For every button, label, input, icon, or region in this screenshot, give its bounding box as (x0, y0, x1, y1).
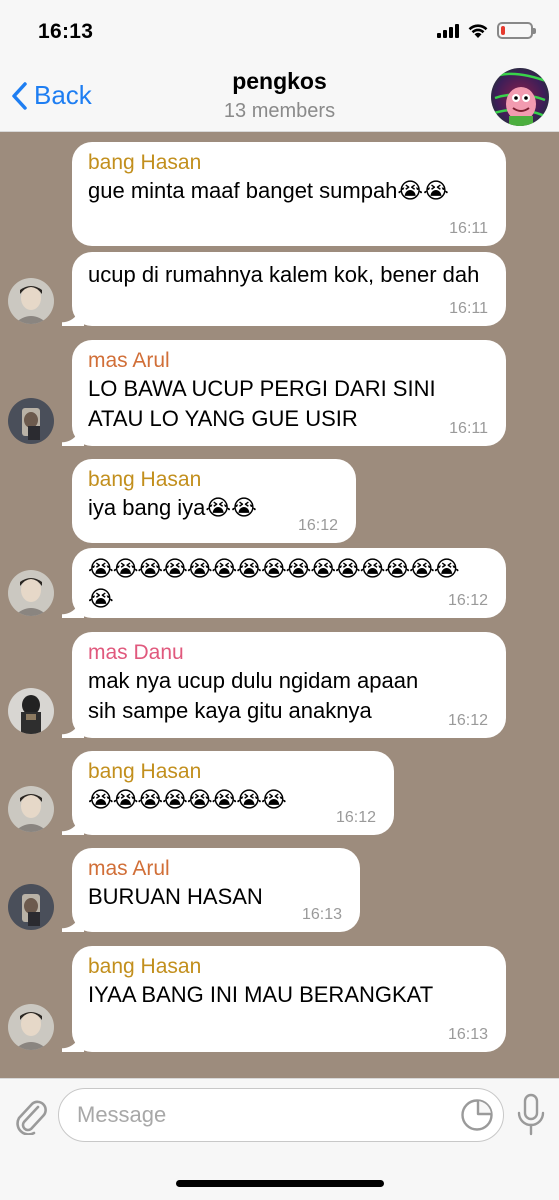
status-bar: 16:13 (0, 0, 559, 60)
message-bubble[interactable]: bang Hasan iya bang iya😭😭 16:12 (72, 459, 356, 543)
chat-header: Back pengkos 13 members (0, 60, 559, 132)
message-time: 16:13 (447, 1026, 488, 1043)
status-icons (437, 22, 536, 39)
message-text: 😭😭😭😭😭😭😭😭😭😭😭😭😭😭😭😭 (88, 556, 460, 611)
sticker-icon[interactable] (460, 1098, 494, 1132)
message-bubble[interactable]: bang Hasan IYAA BANG INI MAU BERANGKAT 1… (62, 946, 506, 1052)
message-bubble[interactable]: 😭😭😭😭😭😭😭😭😭😭😭😭😭😭😭😭 16:12 (62, 548, 506, 618)
battery-icon (497, 22, 536, 39)
message-time: 16:11 (449, 420, 488, 437)
battery-level (501, 26, 506, 35)
message-sender: bang Hasan (88, 760, 202, 783)
message-time: 16:11 (449, 300, 488, 317)
status-time: 16:13 (38, 20, 94, 43)
message-text: gue minta maaf banget sumpah😭😭 (88, 178, 449, 203)
sender-avatar[interactable] (8, 1004, 54, 1050)
message-sender: bang Hasan (88, 468, 202, 491)
sender-avatar[interactable] (8, 398, 54, 444)
group-avatar[interactable] (491, 68, 549, 126)
sender-avatar[interactable] (8, 884, 54, 930)
message-sender: bang Hasan (88, 955, 202, 978)
member-count: 13 members (223, 100, 336, 122)
sender-avatar[interactable] (8, 278, 54, 324)
chat-title: pengkos (232, 68, 327, 94)
message-bubble[interactable]: bang Hasan gue minta maaf banget sumpah😭… (72, 142, 506, 246)
message-bubble[interactable]: bang Hasan 😭😭😭😭😭😭😭😭 16:12 (62, 751, 394, 835)
message-text: 😭😭😭😭😭😭😭😭 (88, 787, 287, 812)
message-text: IYAA BANG INI MAU BERANGKAT (88, 982, 434, 1007)
message-sender: bang Hasan (88, 151, 202, 174)
sender-avatar[interactable] (8, 688, 54, 734)
message-text: ucup di rumahnya kalem kok, bener dah (88, 262, 480, 287)
message-sender: mas Danu (88, 641, 184, 664)
message-time: 16:13 (301, 906, 342, 923)
cellular-signal-icon (437, 23, 459, 38)
message-text: LO BAWA UCUP PERGI DARI SINI ATAU LO YAN… (88, 376, 436, 431)
message-sender: mas Arul (88, 349, 170, 372)
message-bubble[interactable]: mas Arul LO BAWA UCUP PERGI DARI SINI AT… (62, 340, 506, 446)
message-bubble[interactable]: mas Danu mak nya ucup dulu ngidam apaan … (62, 632, 506, 738)
message-time: 16:11 (449, 220, 488, 237)
microphone-icon[interactable] (516, 1093, 546, 1137)
message-input[interactable] (58, 1088, 504, 1142)
sender-avatar[interactable] (8, 786, 54, 832)
message-time: 16:12 (297, 517, 338, 534)
message-bubble[interactable]: mas Arul BURUAN HASAN 16:13 (62, 848, 360, 932)
message-time: 16:12 (447, 592, 488, 609)
message-bubble[interactable]: ucup di rumahnya kalem kok, bener dah 16… (62, 252, 506, 326)
chat-area: bang Hasan gue minta maaf banget sumpah😭… (0, 132, 559, 1078)
home-indicator[interactable] (176, 1180, 384, 1187)
message-time: 16:12 (447, 712, 488, 729)
message-time: 16:12 (335, 809, 376, 826)
wifi-icon (468, 23, 488, 38)
message-text: mak nya ucup dulu ngidam apaan sih sampe… (88, 668, 419, 723)
sender-avatar[interactable] (8, 570, 54, 616)
message-sender: mas Arul (88, 857, 170, 880)
paperclip-icon[interactable] (12, 1095, 48, 1135)
